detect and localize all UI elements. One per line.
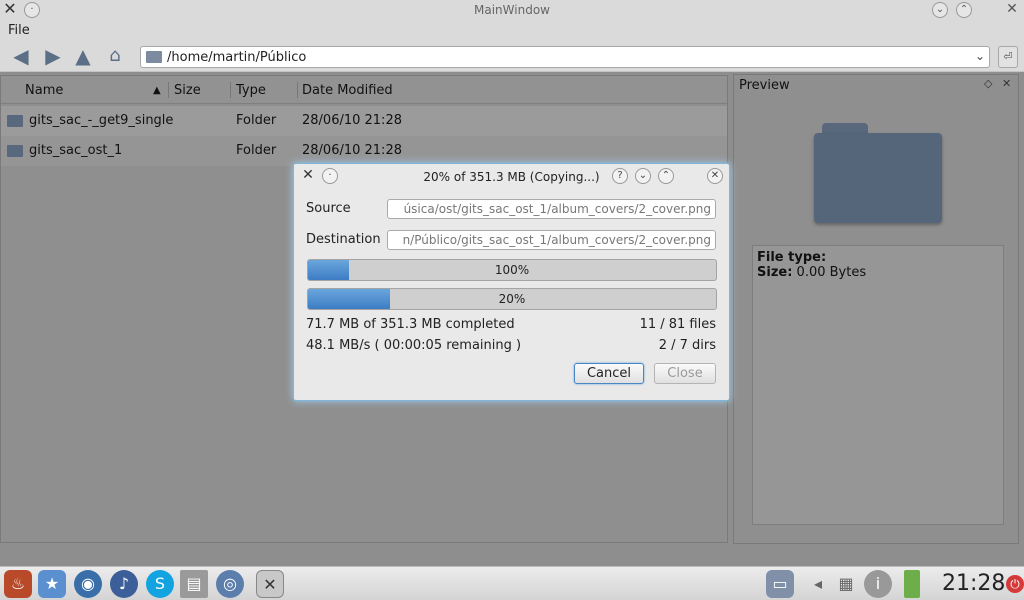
source-label: Source bbox=[306, 201, 351, 216]
tray-expand-icon[interactable]: ◂ bbox=[804, 570, 832, 598]
close-button[interactable]: Close bbox=[654, 363, 716, 384]
folder-icon bbox=[7, 145, 23, 157]
active-window-icon[interactable]: ✕ bbox=[256, 570, 284, 598]
folder-icon bbox=[7, 115, 23, 127]
power-icon[interactable]: ⏻ bbox=[1006, 575, 1024, 593]
help-button[interactable]: ? bbox=[612, 168, 628, 184]
file-date: 28/06/10 21:28 bbox=[302, 113, 402, 128]
file-list-header: Name ▲ Size Type Date Modified bbox=[1, 76, 727, 104]
start-menu-icon[interactable]: ♨ bbox=[4, 570, 32, 598]
maximize-button[interactable]: ⌃ bbox=[956, 2, 972, 18]
close-dock-icon[interactable]: ✕ bbox=[1002, 77, 1011, 90]
file-type: Folder bbox=[236, 113, 277, 128]
file-name: gits_sac_ost_1 bbox=[29, 143, 123, 158]
file-name: gits_sac_-_get9_single bbox=[29, 113, 174, 128]
float-dock-icon[interactable]: ◇ bbox=[984, 77, 992, 90]
web-icon[interactable]: ◎ bbox=[216, 570, 244, 598]
table-row[interactable]: gits_sac_-_get9_single Folder 28/06/10 2… bbox=[1, 106, 727, 136]
column-separator[interactable] bbox=[297, 82, 298, 98]
column-name[interactable]: Name bbox=[25, 83, 63, 98]
battery-icon[interactable] bbox=[904, 570, 920, 598]
taskbar: ♨ ★ ◉ ♪ S ▤ ◎ ✕ ▭ ◂ ▦ i 21:28 ⏻ bbox=[0, 566, 1024, 600]
speed-status: 48.1 MB/s ( 00:00:05 remaining ) bbox=[306, 338, 522, 353]
close-dialog-button[interactable]: ✕ bbox=[707, 168, 723, 184]
table-row[interactable]: gits_sac_ost_1 Folder 28/06/10 21:28 bbox=[1, 136, 727, 166]
window-title: MainWindow bbox=[474, 3, 550, 17]
total-progress-text: 20% bbox=[498, 292, 526, 306]
file-type: Folder bbox=[236, 143, 277, 158]
window-titlebar: ✕ · MainWindow ⌄ ⌃ ✕ bbox=[0, 0, 1024, 20]
completed-status: 71.7 MB of 351.3 MB completed bbox=[306, 317, 515, 332]
column-size[interactable]: Size bbox=[174, 83, 201, 98]
menu-file[interactable]: File bbox=[8, 23, 30, 38]
preview-title: Preview bbox=[739, 78, 790, 93]
back-arrow-icon[interactable]: ◀ bbox=[10, 46, 32, 66]
size-value: 0.00 Bytes bbox=[796, 265, 867, 280]
column-separator[interactable] bbox=[230, 82, 231, 98]
file-progress-text: 100% bbox=[494, 263, 530, 277]
address-bar[interactable]: /home/martin/Público ⌄ bbox=[140, 46, 990, 68]
column-separator[interactable] bbox=[168, 82, 169, 98]
file-info-box: File type: Size: 0.00 Bytes bbox=[752, 245, 1004, 525]
menubar: File bbox=[0, 20, 1024, 40]
address-path: /home/martin/Público bbox=[167, 50, 307, 65]
preview-pane: Preview ◇ ✕ File type: Size: 0.00 Bytes bbox=[733, 74, 1019, 544]
browser-icon[interactable]: ◉ bbox=[74, 570, 102, 598]
forward-arrow-icon[interactable]: ▶ bbox=[42, 46, 64, 66]
chevron-down-icon[interactable]: ⌄ bbox=[975, 49, 985, 63]
folder-icon bbox=[146, 51, 162, 63]
source-field[interactable]: úsica/ost/gits_sac_ost_1/album_covers/2_… bbox=[387, 199, 716, 219]
copy-progress-dialog: ✕ · 20% of 351.3 MB (Copying...) ? ⌄ ⌃ ✕… bbox=[293, 163, 730, 401]
column-type[interactable]: Type bbox=[236, 83, 266, 98]
info-icon[interactable]: i bbox=[864, 570, 892, 598]
media-player-icon[interactable]: ♪ bbox=[110, 570, 138, 598]
close-window-button[interactable]: ✕ bbox=[1004, 2, 1020, 18]
destination-label: Destination bbox=[306, 232, 381, 247]
network-icon[interactable]: ▦ bbox=[832, 570, 860, 598]
files-count: 11 / 81 files bbox=[639, 317, 716, 332]
maximize-button[interactable]: ⌃ bbox=[658, 168, 674, 184]
skype-icon[interactable]: S bbox=[146, 570, 174, 598]
sort-ascending-icon: ▲ bbox=[153, 85, 161, 96]
minimize-button[interactable]: ⌄ bbox=[635, 168, 651, 184]
home-icon[interactable]: ⌂ bbox=[104, 46, 126, 66]
file-type-label: File type: bbox=[757, 250, 827, 265]
size-label: Size: bbox=[757, 265, 793, 280]
cancel-button[interactable]: Cancel bbox=[574, 363, 644, 384]
go-button[interactable]: ⏎ bbox=[998, 46, 1018, 68]
minimize-button[interactable]: ⌄ bbox=[932, 2, 948, 18]
file-manager-icon[interactable]: ★ bbox=[38, 570, 66, 598]
up-arrow-icon[interactable]: ▲ bbox=[72, 46, 94, 66]
total-progress-bar: 20% bbox=[307, 288, 717, 310]
file-date: 28/06/10 21:28 bbox=[302, 143, 402, 158]
clock[interactable]: 21:28 bbox=[942, 571, 1005, 596]
display-icon[interactable]: ▭ bbox=[766, 570, 794, 598]
column-date-modified[interactable]: Date Modified bbox=[302, 83, 393, 98]
folder-preview-icon bbox=[814, 123, 942, 223]
destination-field[interactable]: n/Público/gits_sac_ost_1/album_covers/2_… bbox=[387, 230, 716, 250]
printer-icon[interactable]: ▤ bbox=[180, 570, 208, 598]
dirs-count: 2 / 7 dirs bbox=[658, 338, 716, 353]
toolbar: ◀ ▶ ▲ ⌂ /home/martin/Público ⌄ ⏎ bbox=[0, 40, 1024, 72]
file-progress-bar: 100% bbox=[307, 259, 717, 281]
